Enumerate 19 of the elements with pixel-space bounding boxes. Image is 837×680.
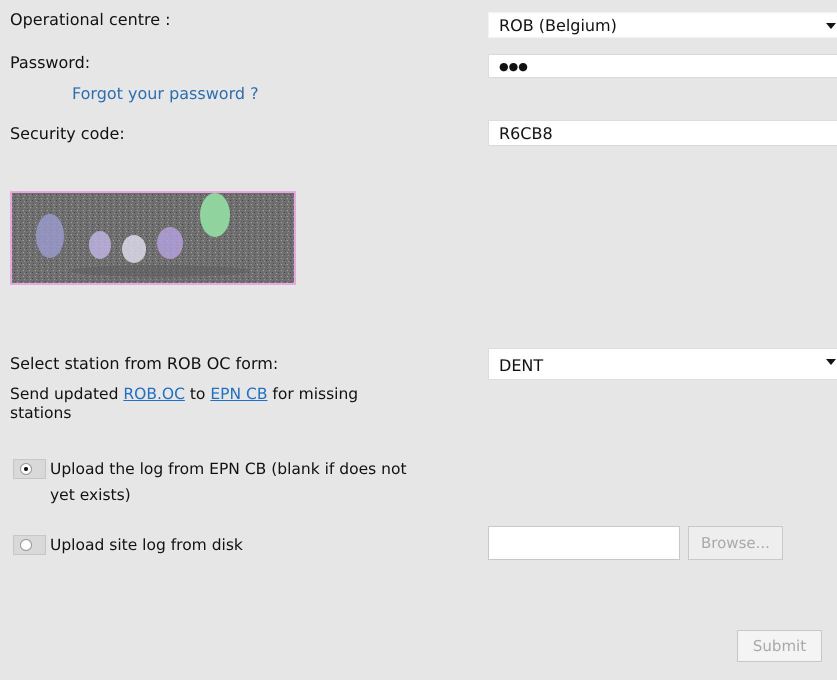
field-label: Security code:	[9, 123, 126, 143]
link[interactable]: EPN CB	[210, 385, 268, 403]
caret-icon	[826, 359, 836, 365]
dropdown[interactable]: DENT	[488, 348, 837, 380]
link[interactable]: ROB.OC	[123, 385, 185, 403]
input-field[interactable]: R6CB8	[488, 120, 837, 146]
password-field[interactable]: ●●●	[488, 54, 837, 78]
field-label: Password:	[9, 53, 92, 72]
dropdown[interactable]: ROB (Belgium)	[488, 12, 837, 38]
caret-icon	[826, 23, 836, 29]
radio-label: Upload the log from EPN CB (blank if does not yet exists)	[50, 459, 408, 506]
forgot-password-link[interactable]: Forgot your password ?	[72, 84, 259, 103]
radio-button[interactable]	[13, 535, 46, 555]
field-label: Select station from ROB OC form:	[9, 353, 280, 373]
radio-label: Upload site log from disk	[50, 535, 244, 556]
field-label: Operational centre :	[9, 10, 172, 29]
file-path-field[interactable]	[488, 526, 680, 560]
instruction-text: Send updated ROB.OC to EPN CB for missing stations	[9, 385, 360, 423]
radio-button[interactable]	[13, 459, 46, 479]
